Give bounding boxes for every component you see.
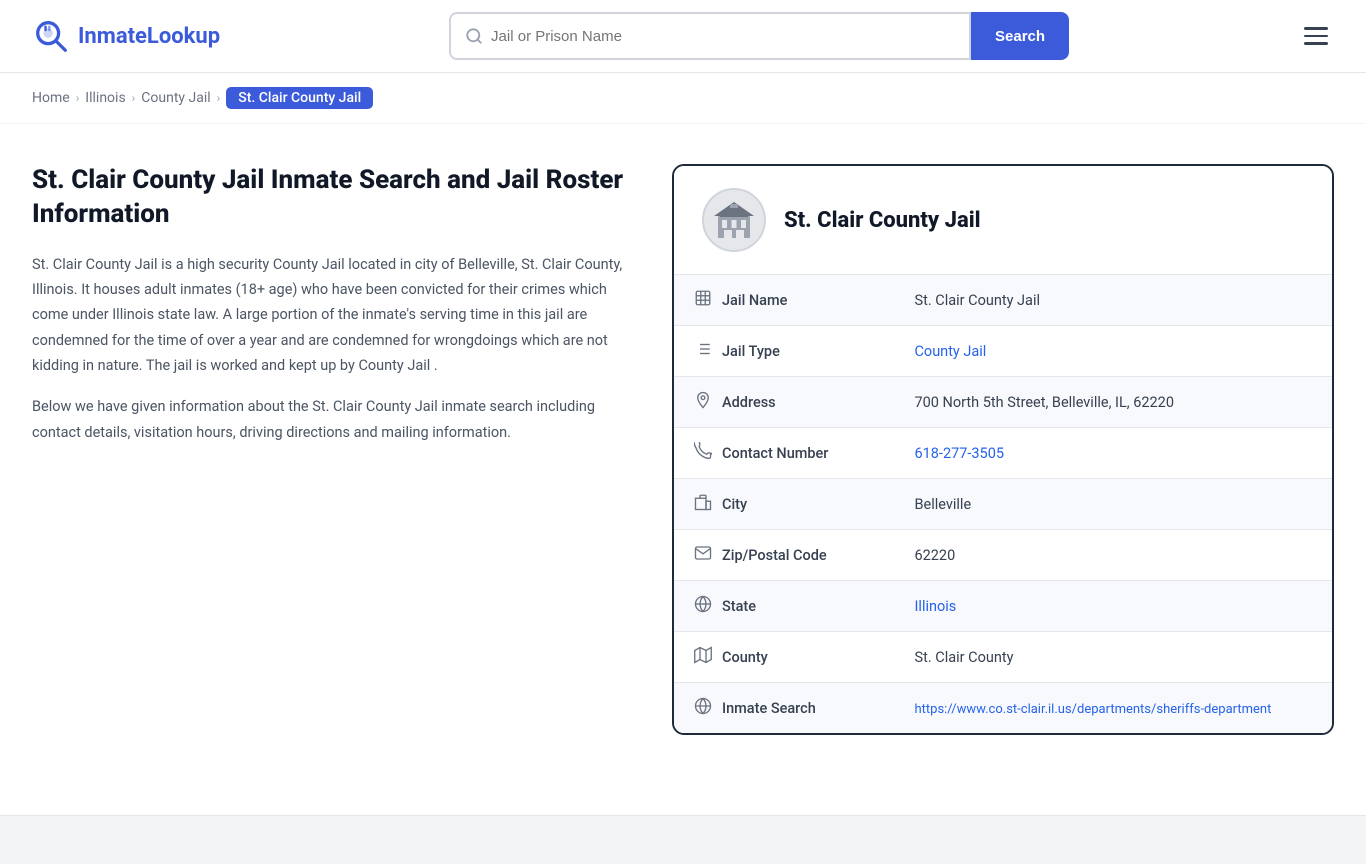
breadcrumb-chevron-2: › [132,91,136,105]
logo-icon [32,17,70,55]
breadcrumb-chevron-1: › [76,91,80,105]
address-icon [694,391,712,413]
description-para-1: St. Clair County Jail is a high security… [32,252,624,379]
search-button[interactable]: Search [971,12,1069,60]
value-jail-name: St. Clair County Jail [894,275,1332,326]
page-heading: St. Clair County Jail Inmate Search and … [32,164,624,232]
info-card: St. Clair County Jail Jail Name St. Clai… [672,164,1334,735]
table-row: City Belleville [674,479,1332,530]
jail-type-link[interactable]: County Jail [914,343,986,360]
contact-link[interactable]: 618-277-3505 [914,445,1004,462]
label-state: State [674,581,874,631]
table-row: Inmate Search https://www.co.st-clair.il… [674,683,1332,734]
label-jail-name: Jail Name [674,275,874,325]
label-inmate-search: Inmate Search [674,683,874,733]
breadcrumb-current: St. Clair County Jail [226,87,373,109]
main-content: St. Clair County Jail Inmate Search and … [0,124,1366,775]
phone-icon [694,442,712,464]
label-jail-type: Jail Type [674,326,874,376]
table-row: Contact Number 618-277-3505 [674,428,1332,479]
logo-link[interactable]: InmateLookup [32,17,220,55]
description-para-2: Below we have given information about th… [32,394,624,445]
value-jail-type[interactable]: County Jail [894,326,1332,377]
building-icon [710,196,758,244]
label-county: County [674,632,874,682]
breadcrumb: Home › Illinois › County Jail › St. Clai… [0,73,1366,124]
jail-name-icon [694,289,712,311]
value-state[interactable]: Illinois [894,581,1332,632]
value-contact[interactable]: 618-277-3505 [894,428,1332,479]
hamburger-line-3 [1304,42,1328,45]
right-panel: St. Clair County Jail Jail Name St. Clai… [672,164,1334,735]
label-city: City [674,479,874,529]
breadcrumb-chevron-3: › [217,91,221,105]
breadcrumb-county-jail[interactable]: County Jail [141,90,210,106]
jail-type-icon [694,340,712,362]
search-icon [465,27,483,45]
breadcrumb-home[interactable]: Home [32,90,70,106]
label-contact: Contact Number [674,428,874,478]
hamburger-button[interactable] [1298,21,1334,51]
label-zip: Zip/Postal Code [674,530,874,580]
state-icon [694,595,712,617]
mail-icon [694,544,712,566]
web-icon [694,697,712,719]
breadcrumb-illinois[interactable]: Illinois [85,90,125,106]
value-city: Belleville [894,479,1332,530]
table-row: State Illinois [674,581,1332,632]
search-wrapper [449,12,971,60]
inmate-search-link[interactable]: https://www.co.st-clair.il.us/department… [914,702,1271,717]
jail-avatar [702,188,766,252]
search-area: Search [449,12,1069,60]
footer [0,815,1366,864]
value-zip: 62220 [894,530,1332,581]
card-title: St. Clair County Jail [784,208,981,233]
left-panel: St. Clair County Jail Inmate Search and … [32,164,672,461]
table-row: County St. Clair County [674,632,1332,683]
search-input[interactable] [491,28,955,45]
value-county: St. Clair County [894,632,1332,683]
table-row: Address 700 North 5th Street, Belleville… [674,377,1332,428]
value-address: 700 North 5th Street, Belleville, IL, 62… [894,377,1332,428]
value-inmate-search[interactable]: https://www.co.st-clair.il.us/department… [894,683,1332,734]
hamburger-line-1 [1304,27,1328,30]
table-row: Zip/Postal Code 62220 [674,530,1332,581]
site-header: InmateLookup Search [0,0,1366,73]
county-icon [694,646,712,668]
hamburger-line-2 [1304,35,1328,38]
state-link[interactable]: Illinois [914,598,956,615]
label-address: Address [674,377,874,427]
info-table: Jail Name St. Clair County Jail Jail Typ… [674,275,1332,733]
city-icon [694,493,712,515]
logo-text: InmateLookup [78,24,220,49]
table-row: Jail Type County Jail [674,326,1332,377]
card-header: St. Clair County Jail [674,166,1332,275]
table-row: Jail Name St. Clair County Jail [674,275,1332,326]
